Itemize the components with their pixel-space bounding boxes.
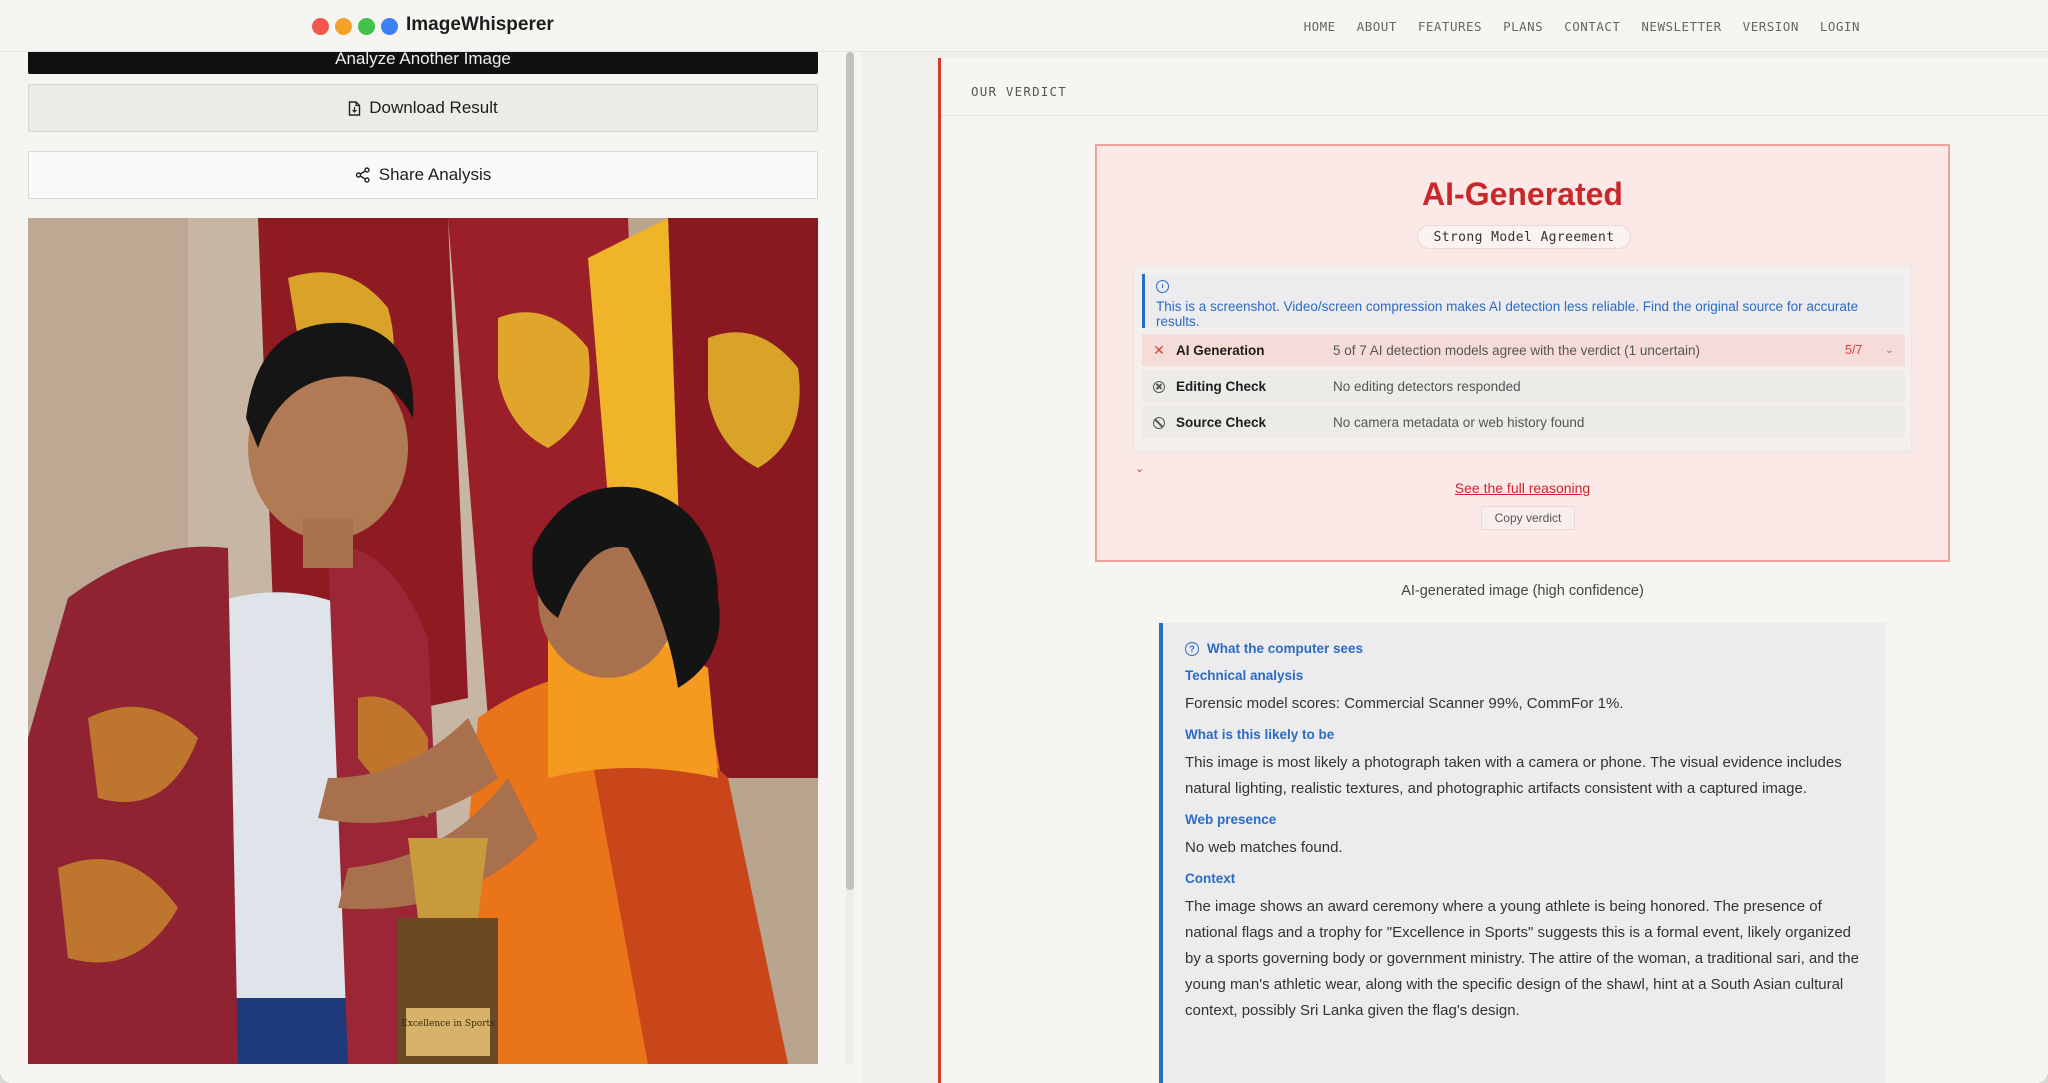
nav-home[interactable]: HOME: [1304, 19, 1336, 34]
nav-features[interactable]: FEATURES: [1418, 19, 1482, 34]
share-icon: [355, 167, 370, 183]
check-label: Editing Check: [1176, 378, 1267, 394]
check-desc: No editing detectors responded: [1333, 378, 1521, 394]
full-reasoning-link[interactable]: See the full reasoning: [1097, 480, 1948, 496]
nav-login[interactable]: LOGIN: [1820, 19, 1860, 34]
share-label: Share Analysis: [378, 165, 492, 184]
technical-analysis-title: Technical analysis: [1185, 668, 1304, 683]
analyzed-image: Excellence in Sports: [28, 218, 818, 1064]
notice-text: This is a screenshot. Video/screen compr…: [1156, 299, 1859, 329]
nav-newsletter[interactable]: NEWSLETTER: [1641, 19, 1721, 34]
likely-text: This image is most likely a photograph t…: [1185, 754, 1842, 797]
nav-contact[interactable]: CONTACT: [1564, 19, 1620, 34]
trophy-text: Excellence in Sports: [401, 1019, 495, 1029]
check-label: Source Check: [1176, 414, 1267, 430]
close-dot-icon[interactable]: [312, 18, 329, 35]
context-text: The image shows an award ceremony where …: [1185, 898, 1859, 1019]
likely-title: What is this likely to be: [1185, 727, 1335, 742]
circle-x-icon: [1142, 378, 1176, 394]
checks-box: This is a screenshot. Video/screen compr…: [1133, 265, 1912, 453]
verdict-section-label: OUR VERDICT: [941, 58, 2048, 116]
minimize-dot-icon[interactable]: [335, 18, 352, 35]
computer-sees-heading: ? What the computer sees: [1185, 641, 1862, 656]
window-controls: [312, 18, 398, 35]
verdict-panel: OUR VERDICT AI-Generated Strong Model Ag…: [938, 58, 2048, 1083]
extra-dot-icon[interactable]: [381, 18, 398, 35]
info-icon: [1156, 280, 1169, 293]
left-pane: Analyze Another Image Download Result Sh…: [0, 40, 862, 1083]
app-window: ImageWhisperer HOME ABOUT FEATURES PLANS…: [0, 0, 2048, 1083]
technical-analysis-text: Forensic model scores: Commercial Scanne…: [1185, 695, 1624, 712]
screenshot-notice: This is a screenshot. Video/screen compr…: [1142, 274, 1905, 329]
top-navbar: ImageWhisperer HOME ABOUT FEATURES PLANS…: [0, 0, 2048, 52]
verdict-title: AI-Generated: [1422, 176, 1623, 212]
brand-name[interactable]: ImageWhisperer: [406, 14, 554, 36]
check-score: 5/7: [1845, 343, 1863, 357]
check-desc: 5 of 7 AI detection models agree with th…: [1333, 342, 1700, 358]
maximize-dot-icon[interactable]: [358, 18, 375, 35]
computer-sees-box: ? What the computer sees Technical analy…: [1159, 623, 1886, 1083]
check-row-editing[interactable]: Editing Check No editing detectors respo…: [1142, 370, 1905, 402]
check-row-ai-generation[interactable]: ✕ AI Generation 5 of 7 AI detection mode…: [1142, 334, 1905, 366]
ceremony-illustration: Excellence in Sports: [28, 218, 818, 1064]
x-icon: ✕: [1153, 341, 1165, 358]
chevron-down-icon[interactable]: ⌄: [1885, 345, 1905, 356]
main-nav: HOME ABOUT FEATURES PLANS CONTACT NEWSLE…: [1304, 19, 1860, 34]
verdict-caption: AI-generated image (high confidence): [1401, 583, 1644, 599]
expand-chevron-icon[interactable]: ⌄: [1135, 462, 1144, 475]
download-result-button[interactable]: Download Result: [28, 84, 818, 132]
agreement-badge: Strong Model Agreement: [1417, 225, 1631, 249]
computer-sees-title: What the computer sees: [1207, 641, 1364, 656]
check-label: AI Generation: [1176, 342, 1265, 358]
verdict-card: AI-Generated Strong Model Agreement This…: [1095, 144, 1950, 562]
share-analysis-button[interactable]: Share Analysis: [28, 151, 818, 199]
context-title: Context: [1185, 871, 1236, 886]
right-pane: OUR VERDICT AI-Generated Strong Model Ag…: [862, 52, 2048, 1083]
nav-version[interactable]: VERSION: [1743, 19, 1799, 34]
nav-about[interactable]: ABOUT: [1357, 19, 1397, 34]
web-presence-text: No web matches found.: [1185, 839, 1343, 856]
left-scrollbar-thumb[interactable]: [846, 52, 854, 890]
document-icon: [349, 100, 361, 116]
download-label: Download Result: [369, 98, 498, 117]
check-row-source[interactable]: Source Check No camera metadata or web h…: [1142, 406, 1905, 438]
check-desc: No camera metadata or web history found: [1333, 414, 1585, 430]
nav-plans[interactable]: PLANS: [1503, 19, 1543, 34]
question-icon: ?: [1185, 641, 1199, 656]
no-entry-icon: [1142, 414, 1176, 430]
copy-verdict-button[interactable]: Copy verdict: [1481, 506, 1575, 530]
web-presence-title: Web presence: [1185, 812, 1277, 827]
